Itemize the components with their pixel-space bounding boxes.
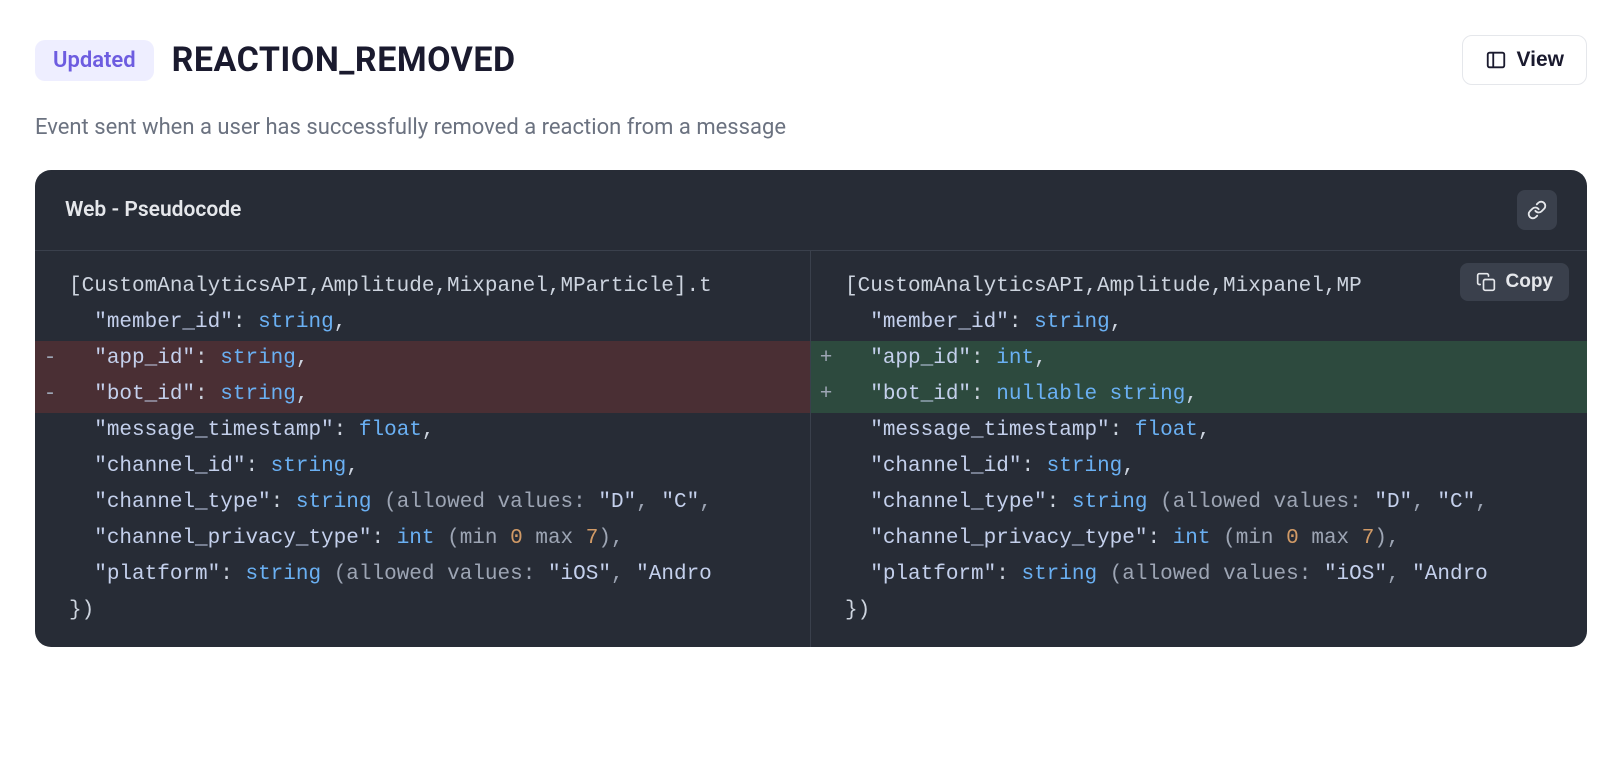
view-button[interactable]: View bbox=[1462, 35, 1587, 85]
copy-button[interactable]: Copy bbox=[1460, 263, 1570, 301]
line-content: "message_timestamp": float, bbox=[841, 413, 1587, 449]
event-header: Updated REACTION_REMOVED View bbox=[35, 35, 1587, 85]
diff-pane-left: [CustomAnalyticsAPI,Amplitude,Mixpanel,M… bbox=[35, 251, 811, 647]
line-marker bbox=[811, 305, 841, 341]
line-content: "channel_type": string (allowed values: … bbox=[65, 485, 810, 521]
line-content: [CustomAnalyticsAPI,Amplitude,Mixpanel,M… bbox=[65, 269, 810, 305]
line-marker: + bbox=[811, 377, 841, 413]
line-content: "channel_type": string (allowed values: … bbox=[841, 485, 1587, 521]
line-content: "channel_privacy_type": int (min 0 max 7… bbox=[65, 521, 810, 557]
copy-button-label: Copy bbox=[1506, 271, 1554, 293]
line-content: "member_id": string, bbox=[65, 305, 810, 341]
line-marker bbox=[811, 557, 841, 593]
permalink-button[interactable] bbox=[1517, 190, 1557, 230]
code-line: "channel_id": string, bbox=[811, 449, 1587, 485]
code-line: "member_id": string, bbox=[35, 305, 810, 341]
line-marker bbox=[811, 521, 841, 557]
code-line: "channel_id": string, bbox=[35, 449, 810, 485]
status-badge: Updated bbox=[35, 40, 154, 81]
line-marker bbox=[35, 449, 65, 485]
code-line: "channel_privacy_type": int (min 0 max 7… bbox=[811, 521, 1587, 557]
line-marker bbox=[811, 269, 841, 305]
line-marker bbox=[811, 593, 841, 629]
code-line: "member_id": string, bbox=[811, 305, 1587, 341]
line-content: "channel_privacy_type": int (min 0 max 7… bbox=[841, 521, 1587, 557]
line-content: "platform": string (allowed values: "iOS… bbox=[841, 557, 1587, 593]
line-content: "platform": string (allowed values: "iOS… bbox=[65, 557, 810, 593]
line-marker bbox=[35, 521, 65, 557]
code-line: + "app_id": int, bbox=[811, 341, 1587, 377]
line-marker bbox=[35, 557, 65, 593]
line-marker bbox=[811, 449, 841, 485]
code-card: Web - Pseudocode [CustomAnalyticsAPI,Amp… bbox=[35, 170, 1587, 647]
code-line: "platform": string (allowed values: "iOS… bbox=[35, 557, 810, 593]
view-button-label: View bbox=[1517, 48, 1564, 72]
line-marker: + bbox=[811, 341, 841, 377]
code-line: - "app_id": string, bbox=[35, 341, 810, 377]
line-content: "channel_id": string, bbox=[65, 449, 810, 485]
code-line: "message_timestamp": float, bbox=[35, 413, 810, 449]
line-content: "app_id": int, bbox=[841, 341, 1587, 377]
copy-icon bbox=[1476, 272, 1496, 292]
line-content: "channel_id": string, bbox=[841, 449, 1587, 485]
line-content: }) bbox=[841, 593, 1587, 629]
header-left: Updated REACTION_REMOVED bbox=[35, 40, 516, 81]
line-marker bbox=[35, 413, 65, 449]
diff-pane-right: [CustomAnalyticsAPI,Amplitude,Mixpanel,M… bbox=[811, 251, 1587, 647]
line-marker: - bbox=[35, 341, 65, 377]
line-content: "member_id": string, bbox=[841, 305, 1587, 341]
code-line: + "bot_id": nullable string, bbox=[811, 377, 1587, 413]
diff-container: [CustomAnalyticsAPI,Amplitude,Mixpanel,M… bbox=[35, 251, 1587, 647]
code-header: Web - Pseudocode bbox=[35, 170, 1587, 251]
code-line: "channel_type": string (allowed values: … bbox=[35, 485, 810, 521]
event-title: REACTION_REMOVED bbox=[172, 40, 516, 80]
line-marker bbox=[35, 269, 65, 305]
line-marker bbox=[35, 593, 65, 629]
code-line: }) bbox=[811, 593, 1587, 629]
code-line: "platform": string (allowed values: "iOS… bbox=[811, 557, 1587, 593]
code-header-title: Web - Pseudocode bbox=[65, 198, 241, 222]
line-marker bbox=[35, 305, 65, 341]
line-content: "bot_id": string, bbox=[65, 377, 810, 413]
code-line: [CustomAnalyticsAPI,Amplitude,Mixpanel,M… bbox=[35, 269, 810, 305]
line-content: "bot_id": nullable string, bbox=[841, 377, 1587, 413]
line-marker bbox=[811, 485, 841, 521]
event-description: Event sent when a user has successfully … bbox=[35, 115, 1587, 140]
code-line: "channel_privacy_type": int (min 0 max 7… bbox=[35, 521, 810, 557]
link-icon bbox=[1527, 200, 1547, 220]
line-marker bbox=[35, 485, 65, 521]
line-content: }) bbox=[65, 593, 810, 629]
line-content: "app_id": string, bbox=[65, 341, 810, 377]
line-content: "message_timestamp": float, bbox=[65, 413, 810, 449]
line-marker: - bbox=[35, 377, 65, 413]
code-line: }) bbox=[35, 593, 810, 629]
panel-icon bbox=[1485, 49, 1507, 71]
code-line: "message_timestamp": float, bbox=[811, 413, 1587, 449]
code-line: "channel_type": string (allowed values: … bbox=[811, 485, 1587, 521]
code-line: - "bot_id": string, bbox=[35, 377, 810, 413]
line-marker bbox=[811, 413, 841, 449]
